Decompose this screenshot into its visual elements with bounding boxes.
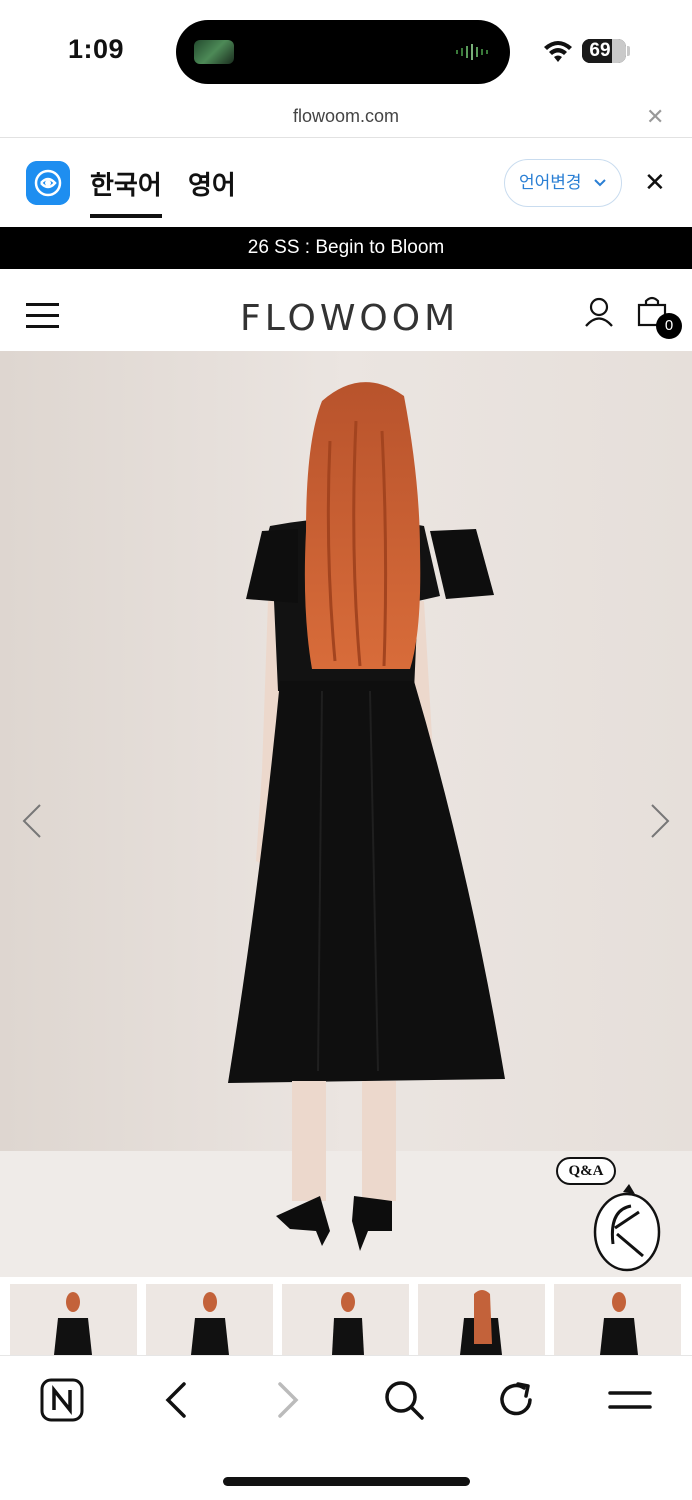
flowoom-emblem-icon [593, 1184, 661, 1272]
battery-icon: 69 [582, 39, 626, 63]
search-icon[interactable] [382, 1378, 426, 1422]
prev-image-arrow-icon[interactable] [18, 801, 48, 841]
qa-label: Q&A [556, 1157, 616, 1185]
thumbnail-3[interactable] [282, 1284, 409, 1355]
user-account-icon[interactable] [584, 297, 614, 327]
language-change-label: 언어변경 [519, 173, 582, 193]
site-header: FLOWOOM 0 [0, 269, 692, 351]
thumbnail-strip [0, 1277, 692, 1355]
now-playing-artwork [194, 40, 234, 64]
hero-photo [0, 351, 692, 1277]
chevron-down-icon [593, 160, 607, 225]
back-icon[interactable] [154, 1378, 198, 1422]
svg-text:FLOWOOM: FLOWOOM [240, 298, 454, 337]
papago-logo-icon [26, 161, 70, 205]
thumbnail-4[interactable] [418, 1284, 545, 1355]
tab-korean[interactable]: 한국어 [90, 165, 162, 218]
tab-english[interactable]: 영어 [188, 165, 236, 202]
url-close-icon[interactable]: ✕ [646, 106, 664, 128]
language-change-button[interactable]: 언어변경 [504, 159, 622, 207]
status-time: 1:09 [68, 34, 125, 64]
translate-close-icon[interactable]: ✕ [644, 169, 666, 195]
battery-tip [627, 46, 630, 56]
url-text[interactable]: flowoom.com [0, 106, 692, 127]
next-image-arrow-icon[interactable] [644, 801, 674, 841]
naver-home-icon[interactable] [40, 1378, 84, 1422]
reload-icon[interactable] [494, 1378, 538, 1422]
cart-count-badge: 0 [656, 313, 682, 339]
battery-percent: 69 [589, 40, 611, 61]
wifi-icon [544, 41, 572, 62]
thumbnail-1[interactable] [10, 1284, 137, 1355]
translate-bar: 한국어 영어 언어변경 ✕ [0, 139, 692, 227]
audio-waveform-icon [456, 44, 488, 60]
hamburger-menu-icon[interactable] [26, 303, 59, 328]
home-indicator[interactable] [223, 1477, 470, 1486]
thumbnail-5[interactable] [554, 1284, 681, 1355]
menu-icon[interactable] [608, 1378, 652, 1422]
site-logo[interactable]: FLOWOOM [240, 297, 454, 337]
status-bar: 1:09 69 [0, 0, 692, 98]
url-bar[interactable]: flowoom.com ✕ [0, 98, 692, 138]
announcement-banner[interactable]: 26 SS : Begin to Bloom [0, 227, 692, 269]
thumbnail-2[interactable] [146, 1284, 273, 1355]
product-hero-image[interactable]: Q&A [0, 351, 692, 1277]
forward-icon[interactable] [266, 1378, 310, 1422]
dynamic-island[interactable] [176, 20, 510, 84]
